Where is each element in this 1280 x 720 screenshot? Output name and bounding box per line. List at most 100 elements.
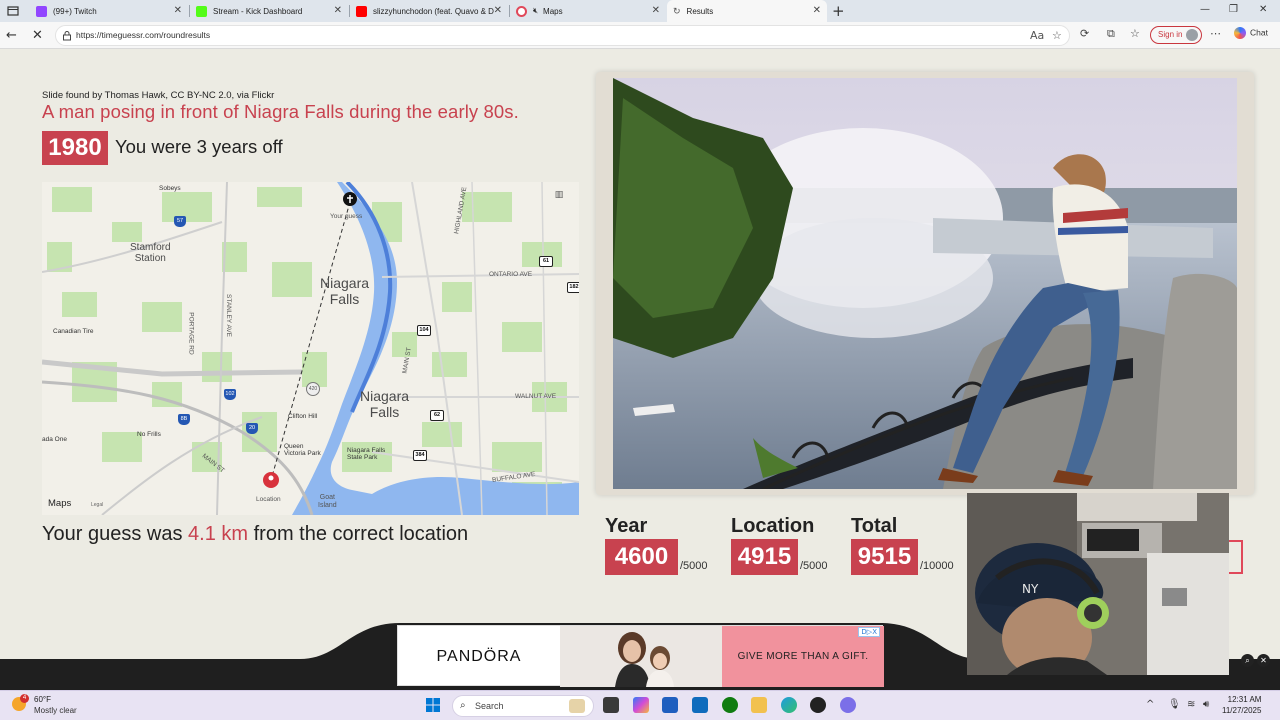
photo-caption: A man posing in front of Niagra Falls du… [42, 101, 519, 122]
next-round-button-edge[interactable] [1229, 540, 1243, 574]
mail-icon[interactable] [692, 697, 708, 713]
location-score-max: /5000 [800, 560, 828, 572]
copilot-icon [1234, 27, 1246, 39]
address-bar: ← ✕ https://timeguessr.com/roundresults … [0, 22, 1280, 49]
collections-icon[interactable]: ☆ [1130, 27, 1140, 40]
tab-results[interactable]: ↻ Results ✕ [667, 0, 827, 22]
location-score-label: Location [731, 515, 815, 537]
close-tab-icon[interactable]: ✕ [813, 5, 821, 16]
tab-actions-icon[interactable] [6, 4, 20, 18]
azure-icon[interactable] [662, 697, 678, 713]
zoom-icon[interactable]: ⌕ [1241, 654, 1254, 667]
more-menu-icon[interactable]: ⋯ [1210, 27, 1221, 40]
map-poi-clifton-hill: Clifton Hill [288, 413, 318, 420]
year-score-max: /5000 [680, 560, 708, 572]
copilot-taskbar-icon[interactable] [633, 697, 649, 713]
map-label-location: Location [256, 496, 281, 503]
stop-loading-button[interactable]: ✕ [32, 28, 43, 43]
copilot-chat-button[interactable]: Chat [1234, 27, 1268, 39]
distance-text: Your guess was 4.1 km from the correct l… [42, 523, 469, 545]
tab-twitch[interactable]: (99+) Twitch ✕ [30, 0, 188, 22]
total-score: Total 9515 /10000 [851, 515, 954, 575]
close-tab-icon[interactable]: ✕ [174, 5, 182, 16]
system-clock[interactable]: 12:31 AM 11/27/2025 [1222, 694, 1261, 716]
close-tab-icon[interactable]: ✕ [334, 5, 342, 16]
tab-maps[interactable]: 🔇︎ Maps ✕ [510, 0, 666, 22]
webcam-feed: NY [967, 493, 1229, 675]
new-tab-button[interactable]: + [832, 2, 845, 20]
close-tab-icon[interactable]: ✕ [652, 5, 660, 16]
refresh-extension-icon[interactable]: ⟳ [1080, 27, 1089, 40]
sign-in-button[interactable]: Sign in [1150, 26, 1202, 44]
total-score-max: /10000 [920, 560, 954, 572]
webcam-overlay: NY [967, 493, 1229, 675]
extensions-icon[interactable]: ⧉ [1107, 27, 1115, 41]
map-type-icon[interactable]: ▥ [552, 190, 566, 202]
map-poi-canadian-tire: Canadian Tire [53, 328, 94, 335]
correct-year-badge: 1980 [42, 131, 108, 165]
discord-icon[interactable] [840, 697, 856, 713]
map-label-walnut-ave: WALNUT AVE [515, 393, 557, 400]
minimize-button[interactable]: — [1200, 4, 1210, 15]
obs-icon[interactable] [810, 697, 826, 713]
microphone-icon[interactable]: 🎙︎ [1168, 699, 1181, 710]
your-guess-pin [343, 192, 357, 206]
edge-icon[interactable] [781, 697, 797, 713]
map-label-niagara-falls-ca: Niagara Falls [320, 275, 370, 307]
year-score-label: Year [605, 515, 648, 537]
profile-avatar-icon [1186, 29, 1198, 41]
map-poi-niagara-falls-state-park: Niagara Falls State Park [347, 447, 386, 461]
map-poi-ada-one: ada One [42, 436, 67, 443]
photo-credit: Slide found by Thomas Hawk, CC BY-NC 2.0… [42, 90, 275, 101]
total-score-label: Total [851, 515, 898, 537]
map-label-ontario-ave: ONTARIO AVE [489, 271, 533, 278]
task-view-icon[interactable] [603, 697, 619, 713]
route-shield: 182 [567, 282, 579, 293]
file-explorer-icon[interactable] [751, 697, 767, 713]
map-poi-sobeys: Sobeys [159, 185, 181, 192]
back-button[interactable]: ← [6, 28, 17, 43]
tab-kick[interactable]: Stream - Kick Dashboard ✕ [190, 0, 348, 22]
location-score-value: 4915 [731, 539, 798, 575]
youtube-icon [356, 5, 367, 17]
close-tab-icon[interactable]: ✕ [494, 5, 502, 16]
map-canvas [42, 182, 579, 515]
route-shield: 384 [413, 450, 427, 461]
distance-value: 4.1 km [188, 523, 249, 545]
restore-button[interactable]: ❐ [1229, 4, 1238, 15]
map-label-portage-rd: PORTAGE RD [187, 312, 195, 355]
close-window-button[interactable]: ✕ [1259, 4, 1267, 15]
year-score: Year 4600 /5000 [605, 515, 708, 575]
tray-overflow-icon[interactable]: ^ [1146, 699, 1154, 710]
volume-icon[interactable]: 🔊︎ [1203, 699, 1209, 710]
pandora-ad[interactable]: PANDÖRA GIVE MORE THAN A GIFT. D▷X [397, 625, 884, 687]
read-aloud-icon[interactable]: Aa [1030, 29, 1044, 42]
taskbar-search[interactable]: ⌕ Search [452, 695, 594, 717]
route-shield: 62 [430, 410, 444, 421]
ad-choices-icon[interactable]: D▷X [858, 627, 880, 637]
round-photo[interactable] [613, 78, 1237, 489]
favorite-star-icon[interactable]: ☆ [1052, 29, 1062, 42]
tab-bar: (99+) Twitch ✕ Stream - Kick Dashboard ✕… [0, 0, 1280, 22]
wifi-icon[interactable]: ≋ [1187, 699, 1195, 710]
record-icon [516, 5, 527, 17]
map-label-niagara-falls-us: Niagara Falls [360, 388, 410, 420]
notification-badge: 4 [20, 694, 29, 703]
kick-icon [196, 5, 207, 17]
windows-start-icon[interactable] [425, 697, 441, 713]
map-legal-link[interactable]: Legal [91, 502, 103, 508]
map-poi-queen-victoria-park: Queen Victoria Park [284, 443, 321, 457]
route-shield: 102 [224, 389, 236, 400]
route-shield: 8B [178, 414, 190, 425]
location-score: Location 4915 /5000 [731, 515, 828, 575]
total-score-value: 9515 [851, 539, 918, 575]
close-overlay-icon[interactable]: ✕ [1257, 654, 1270, 667]
xbox-icon[interactable] [722, 697, 738, 713]
results-page: Slide found by Thomas Hawk, CC BY-NC 2.0… [0, 49, 1280, 690]
search-highlight-icon [569, 699, 585, 713]
url-field[interactable]: https://timeguessr.com/roundresults Aa ☆ [55, 25, 1070, 46]
search-icon: ⌕ [460, 700, 466, 711]
tab-youtube[interactable]: slizzyhunchodon (feat. Quavo & D ✕ [350, 0, 508, 22]
result-map[interactable]: Stamford Station Niagara Falls Niagara F… [42, 182, 579, 515]
windows-taskbar: 4 60°F Mostly clear ⌕ Search ^ 🎙︎ ≋ 🔊︎ 1… [0, 690, 1280, 720]
